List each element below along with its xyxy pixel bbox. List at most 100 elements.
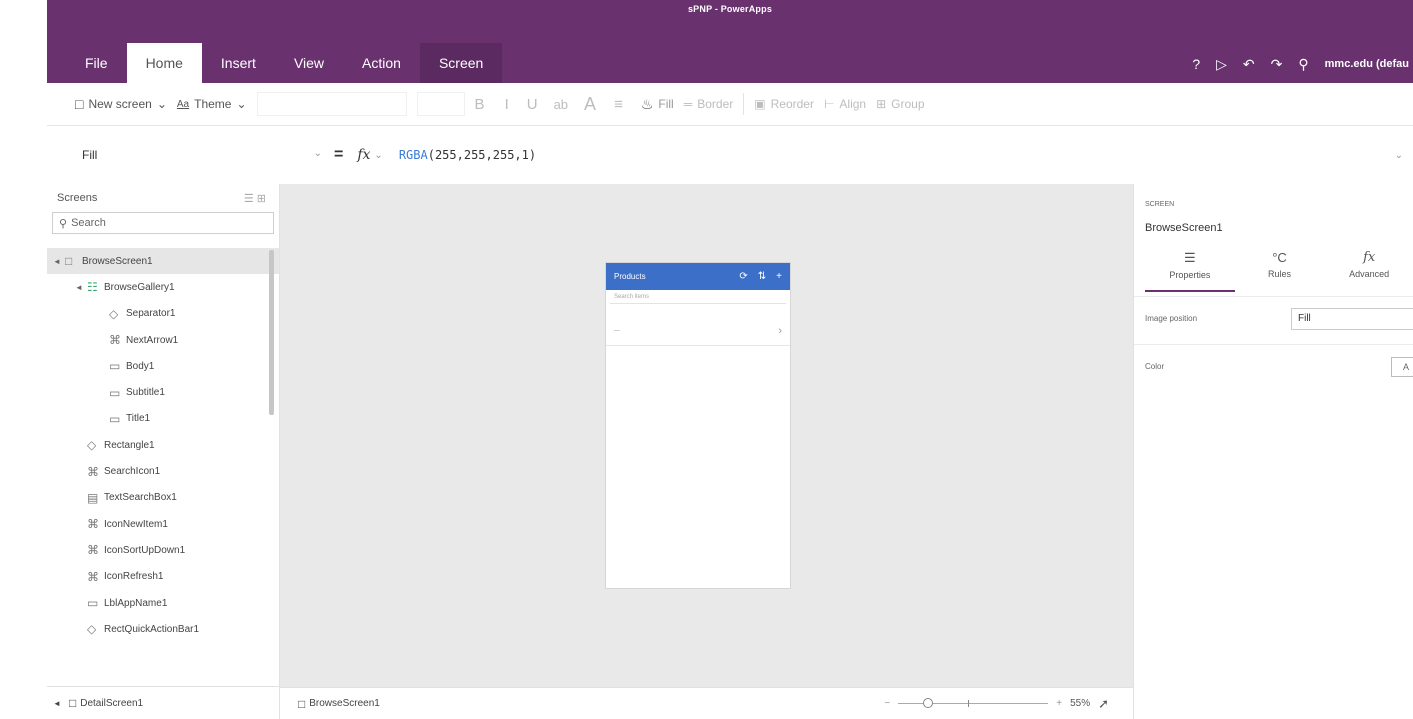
zoom-slider-tick xyxy=(968,700,970,707)
help-icon[interactable]: ? xyxy=(1192,56,1200,72)
shape-icon: ◇ xyxy=(109,306,119,321)
tab-advanced[interactable]: fx Advanced xyxy=(1324,246,1413,292)
app-search-box[interactable]: Search items xyxy=(610,290,786,304)
fill-label: Fill xyxy=(658,97,674,111)
tree-item[interactable]: ⌘ IconSortUpDown1 xyxy=(47,537,279,563)
tree-item[interactable]: ◇ Separator1 xyxy=(47,301,279,327)
expand-caret-icon[interactable]: ◄ xyxy=(75,283,87,292)
ribbon-tabs: File Home Insert View Action Screen xyxy=(66,43,503,83)
tree-scrollbar[interactable] xyxy=(269,250,274,415)
redo-icon[interactable]: ↷ xyxy=(1271,56,1283,73)
fill-button[interactable]: ♨ Fill xyxy=(641,96,674,113)
reorder-button[interactable]: ▣ Reorder xyxy=(754,97,814,111)
font-size-select[interactable] xyxy=(416,92,465,116)
tree-item[interactable]: ⌘ IconRefresh1 xyxy=(47,564,279,590)
user-icon[interactable]: ⚲ xyxy=(1298,56,1308,73)
tree-item-label: SearchIcon1 xyxy=(104,466,161,478)
home-toolbar: □ New screen ⌄ Aa Theme ⌄ B I U ab A ≡ ♨… xyxy=(47,83,1413,126)
tree-item[interactable]: ▭ Body1 xyxy=(47,353,279,379)
new-screen-button[interactable]: □ New screen ⌄ xyxy=(75,96,167,112)
current-screen-label: BrowseScreen1 xyxy=(309,698,380,709)
tab-properties-label: Properties xyxy=(1169,270,1211,280)
tab-screen[interactable]: Screen xyxy=(419,43,503,83)
tab-home[interactable]: Home xyxy=(126,43,202,83)
gallery-icon: ☷ xyxy=(87,280,98,295)
rules-icon: °C xyxy=(1272,250,1287,265)
tab-rules[interactable]: °C Rules xyxy=(1235,246,1325,292)
border-button[interactable]: ═ Border xyxy=(684,97,734,111)
tree-item[interactable]: ◄ ☷ BrowseGallery1 xyxy=(47,274,279,300)
play-icon[interactable]: ▷ xyxy=(1216,56,1227,73)
tree-item[interactable]: ▭ Title1 xyxy=(47,406,279,432)
tree-item[interactable]: ⌘ NextArrow1 xyxy=(47,327,279,353)
tree-item[interactable]: ▭ LblAppName1 xyxy=(47,590,279,616)
fit-screen-icon[interactable]: ➚ xyxy=(1098,696,1109,712)
control-type: SCREEN xyxy=(1145,201,1175,208)
view-toggle-icon[interactable]: ☰⊞ xyxy=(244,192,269,205)
search-icon: ⚲ xyxy=(59,217,68,230)
tree-item-label: Title1 xyxy=(126,413,151,425)
formula-input[interactable]: RGBA(255,255,255,1) xyxy=(399,148,1395,162)
chevron-right-icon[interactable]: › xyxy=(778,325,782,337)
tree-item[interactable]: ◇ Rectangle1 xyxy=(47,432,279,458)
icon-icon: ⌘ xyxy=(87,517,99,532)
tree-item[interactable]: ▭ Subtitle1 xyxy=(47,379,279,405)
app-screen-preview[interactable]: Products ⟳ ⇅ + Search items — › xyxy=(605,262,791,589)
tab-insert[interactable]: Insert xyxy=(202,43,275,83)
tree-search-input[interactable]: ⚲ Search xyxy=(52,212,274,234)
theme-button[interactable]: Aa Theme ⌄ xyxy=(177,97,247,111)
font-family-select[interactable] xyxy=(256,92,407,116)
tree-item[interactable]: ◄ □ BrowseScreen1 xyxy=(47,248,279,275)
formula-function: RGBA xyxy=(398,148,428,162)
tab-view[interactable]: View xyxy=(275,43,343,83)
expand-caret-icon[interactable]: ◄ xyxy=(53,257,65,266)
zoom-in-button[interactable]: + xyxy=(1056,698,1062,709)
tree-item[interactable]: ◇ RectQuickActionBar1 xyxy=(47,616,279,642)
tree-item[interactable]: ▤ TextSearchBox1 xyxy=(47,485,279,511)
control-name[interactable]: BrowseScreen1 xyxy=(1145,222,1223,234)
app-header-bar[interactable]: Products ⟳ ⇅ + xyxy=(606,263,790,290)
bold-button[interactable]: B xyxy=(475,96,485,113)
screen-selector[interactable]: □ BrowseScreen1 xyxy=(298,697,884,711)
property-image-position: Image position Fill xyxy=(1134,296,1413,340)
add-icon[interactable]: + xyxy=(776,271,782,282)
window-title: sPNP - PowerApps xyxy=(687,4,773,14)
new-screen-label: New screen xyxy=(88,97,152,111)
font-color-button[interactable]: A xyxy=(584,94,596,115)
underline-button[interactable]: U xyxy=(527,96,538,113)
image-position-select[interactable]: Fill xyxy=(1291,307,1413,330)
label-icon: ▭ xyxy=(109,359,121,374)
tab-file[interactable]: File xyxy=(66,43,127,83)
expand-caret-icon[interactable]: ◄ xyxy=(53,699,65,708)
group-button[interactable]: ⊞ Group xyxy=(876,97,924,111)
zoom-slider[interactable] xyxy=(898,698,1049,708)
zoom-percent: 55% xyxy=(1070,698,1091,709)
screen-icon: □ xyxy=(298,696,306,711)
tab-properties[interactable]: ☰ Properties xyxy=(1145,246,1235,292)
formula-args: (255,255,255,1) xyxy=(427,148,537,162)
fx-icon[interactable]: fx xyxy=(357,147,370,163)
user-account[interactable]: mmc.edu (defau xyxy=(1325,58,1409,70)
tree-item[interactable]: ⌘ SearchIcon1 xyxy=(47,458,279,484)
align-button[interactable]: ⊢ Align xyxy=(824,97,866,111)
formula-bar: Fill ⌄ = fx ⌄ RGBA(255,255,255,1) ⌄ xyxy=(47,126,1413,184)
property-dropdown[interactable]: Fill ⌄ xyxy=(82,148,322,162)
refresh-icon[interactable]: ⟳ xyxy=(739,271,747,282)
tab-action[interactable]: Action xyxy=(343,43,420,83)
chevron-down-icon[interactable]: ⌄ xyxy=(374,150,382,161)
expand-formula-icon[interactable]: ⌄ xyxy=(1395,150,1403,161)
strikethrough-button[interactable]: ab xyxy=(554,97,568,112)
tree-item-label: Rectangle1 xyxy=(104,439,155,451)
italic-button[interactable]: I xyxy=(505,96,509,113)
design-canvas[interactable]: Products ⟳ ⇅ + Search items — › xyxy=(280,184,1133,687)
text-align-button[interactable]: ≡ xyxy=(614,96,623,113)
sort-icon[interactable]: ⇅ xyxy=(758,271,766,282)
color-picker[interactable]: A xyxy=(1391,356,1413,377)
zoom-out-button[interactable]: − xyxy=(884,698,890,709)
undo-icon[interactable]: ↶ xyxy=(1243,56,1255,73)
zoom-control: − + 55% ➚ xyxy=(884,696,1133,712)
zoom-slider-thumb[interactable] xyxy=(923,698,934,708)
tree-item[interactable]: ⌘ IconNewItem1 xyxy=(47,511,279,537)
tree-item-detailscreen1[interactable]: ◄ □ DetailScreen1 xyxy=(47,686,279,719)
gallery-item[interactable]: — › xyxy=(606,316,790,346)
